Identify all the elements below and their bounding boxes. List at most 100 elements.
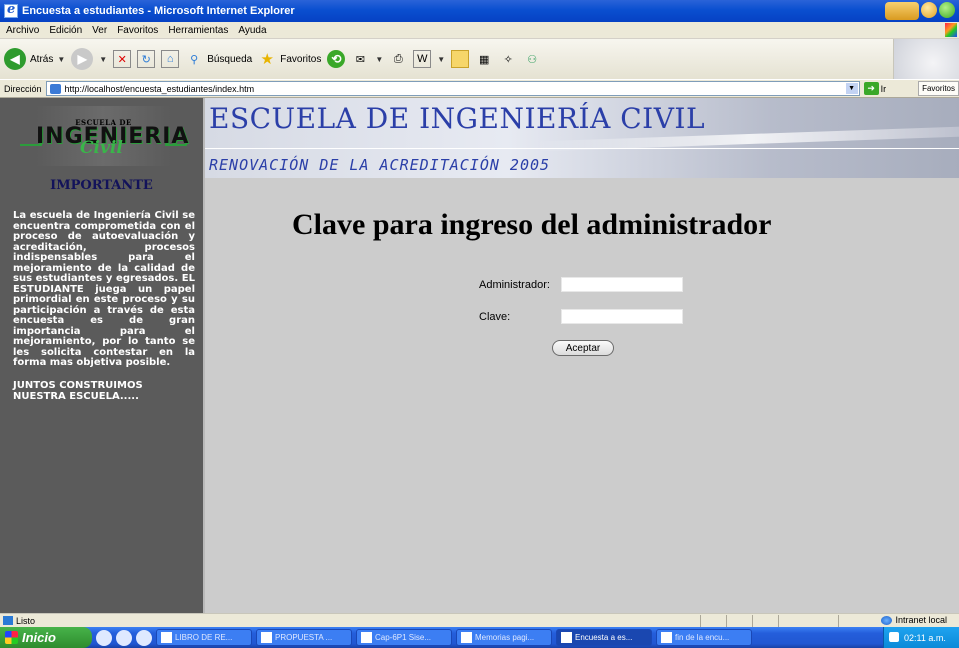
quicklaunch-desktop-icon[interactable]: [96, 629, 112, 646]
mail-button[interactable]: ✉: [351, 50, 369, 68]
quicklaunch-media-icon[interactable]: [116, 629, 132, 646]
logo-line-left: [20, 144, 42, 146]
word-icon: [461, 632, 472, 643]
forward-button[interactable]: ▶: [71, 48, 94, 70]
go-label: Ir: [880, 83, 887, 94]
back-button[interactable]: ◀ Atrás ▼: [4, 48, 65, 70]
clave-label: Clave:: [479, 310, 511, 323]
task-button[interactable]: Cap-6P1 Sise...: [356, 629, 452, 646]
form-title: Clave para ingreso del administrador: [292, 208, 772, 241]
search-icon: ⚲: [190, 53, 199, 66]
system-tray: 02:11 a.m.: [883, 627, 959, 648]
logo-line-right: [165, 144, 187, 146]
quicklaunch-ie-icon[interactable]: [136, 629, 152, 646]
address-bar: Dirección http://localhost/encuesta_estu…: [0, 79, 959, 98]
refresh-button[interactable]: ↻: [137, 50, 156, 68]
start-button[interactable]: Inicio: [0, 627, 92, 648]
windows-logo-icon: [893, 39, 959, 79]
menu-ayuda[interactable]: Ayuda: [238, 25, 266, 36]
menu-edicion[interactable]: Edición: [49, 25, 82, 36]
word-icon: [661, 632, 672, 643]
clave-input[interactable]: [561, 309, 683, 324]
menu-bar: Archivo Edición Ver Favoritos Herramient…: [0, 22, 959, 39]
window-title-bar[interactable]: Encuesta a estudiantes - Microsoft Inter…: [0, 0, 959, 22]
main-content: ESCUELA DE INGENIERÍA CIVIL RENOVACIÓN D…: [203, 98, 959, 613]
menu-archivo[interactable]: Archivo: [6, 25, 39, 36]
ie-icon: [4, 2, 18, 18]
star-icon: ★: [260, 51, 274, 68]
status-bar: Listo Intranet local: [0, 613, 959, 627]
task-label: LIBRO DE RE...: [175, 633, 233, 642]
admin-label: Administrador:: [479, 278, 550, 291]
go-button[interactable]: ➜ Ir: [863, 82, 887, 95]
menu-favoritos[interactable]: Favoritos: [117, 25, 158, 36]
address-url: http://localhost/encuesta_estudiantes/in…: [64, 83, 255, 94]
status-text: Listo: [16, 615, 36, 626]
task-button[interactable]: Memorias pagi...: [456, 629, 552, 646]
favorites-links-button[interactable]: Favoritos: [918, 81, 959, 96]
stop-button[interactable]: ✕: [113, 50, 132, 68]
address-label: Dirección: [4, 83, 42, 94]
accept-button[interactable]: Aceptar: [552, 340, 614, 356]
admin-row: Administrador:: [479, 277, 683, 292]
task-button[interactable]: LIBRO DE RE...: [156, 629, 252, 646]
folder-button[interactable]: [451, 50, 470, 68]
windows-flag-icon: [5, 631, 18, 644]
users-button[interactable]: ⚇: [523, 50, 541, 68]
intranet-icon: [881, 615, 893, 625]
admin-input[interactable]: [561, 277, 683, 292]
home-button[interactable]: ⌂: [161, 50, 180, 68]
page-icon: [49, 84, 61, 94]
clave-row: Clave:: [479, 309, 683, 324]
standard-toolbar: ◀ Atrás ▼ ▶ ▼ ✕ ↻ ⌂ ⚲ Búsqueda ★ Favorit…: [0, 39, 959, 79]
maximize-button[interactable]: [939, 2, 955, 18]
clock: 02:11 a.m.: [904, 632, 946, 643]
task-label: PROPUESTA ...: [275, 633, 333, 642]
back-arrow-icon: ◀: [4, 48, 26, 70]
task-button[interactable]: fin de la encu...: [656, 629, 752, 646]
search-button[interactable]: ⚲ Búsqueda: [185, 50, 252, 68]
important-heading: IMPORTANTE: [50, 178, 153, 193]
menu-herramientas[interactable]: Herramientas: [168, 25, 228, 36]
task-label: Encuesta a es...: [575, 633, 633, 642]
zone-label: Intranet local: [895, 615, 947, 625]
word-icon: [261, 632, 272, 643]
research-button[interactable]: ▦: [475, 50, 493, 68]
go-arrow-icon: ➜: [863, 82, 879, 95]
back-label: Atrás: [30, 53, 54, 65]
sidebar: ESCUELA DE INGENIERIA Civil IMPORTANTE L…: [0, 98, 203, 613]
site-subtitle: RENOVACIÓN DE LA ACREDITACIÓN 2005: [209, 156, 551, 174]
print-button[interactable]: ⎙: [389, 50, 407, 68]
slogan-text: JUNTOS CONSTRUIMOS NUESTRA ESCUELA.....: [13, 380, 143, 402]
task-button-active[interactable]: Encuesta a es...: [556, 629, 652, 646]
address-input[interactable]: http://localhost/encuesta_estudiantes/in…: [45, 81, 860, 96]
chevron-down-icon[interactable]: ▼: [845, 83, 858, 94]
status-divider: [700, 615, 701, 627]
chevron-down-icon[interactable]: ▼: [375, 55, 383, 64]
chevron-down-icon[interactable]: ▼: [437, 55, 445, 64]
important-text: La escuela de Ingeniería Civil se encuen…: [13, 210, 195, 368]
web-page: ESCUELA DE INGENIERIA Civil IMPORTANTE L…: [0, 98, 959, 613]
start-label: Inicio: [22, 630, 56, 645]
task-label: fin de la encu...: [675, 633, 730, 642]
history-button[interactable]: ⟲: [327, 50, 346, 68]
task-button[interactable]: PROPUESTA ...: [256, 629, 352, 646]
minimize-button[interactable]: [921, 2, 937, 18]
favorites-button[interactable]: ★ Favoritos: [258, 50, 322, 68]
volume-icon[interactable]: [889, 632, 899, 642]
chevron-down-icon[interactable]: ▼: [99, 55, 107, 64]
task-label: Memorias pagi...: [475, 633, 535, 642]
favorites-label: Favoritos: [280, 53, 322, 65]
edit-word-button[interactable]: W: [413, 50, 432, 68]
status-divider: [752, 615, 753, 627]
ie-icon: [561, 632, 572, 643]
word-icon: [361, 632, 372, 643]
search-label: Búsqueda: [207, 53, 253, 65]
logo-civil-text: Civil: [80, 138, 123, 158]
messenger-button[interactable]: ✧: [499, 50, 517, 68]
header-banner: ESCUELA DE INGENIERÍA CIVIL RENOVACIÓN D…: [205, 98, 959, 178]
chevron-down-icon[interactable]: ▼: [57, 55, 65, 64]
task-label: Cap-6P1 Sise...: [375, 633, 432, 642]
status-divider: [726, 615, 727, 627]
menu-ver[interactable]: Ver: [92, 25, 107, 36]
